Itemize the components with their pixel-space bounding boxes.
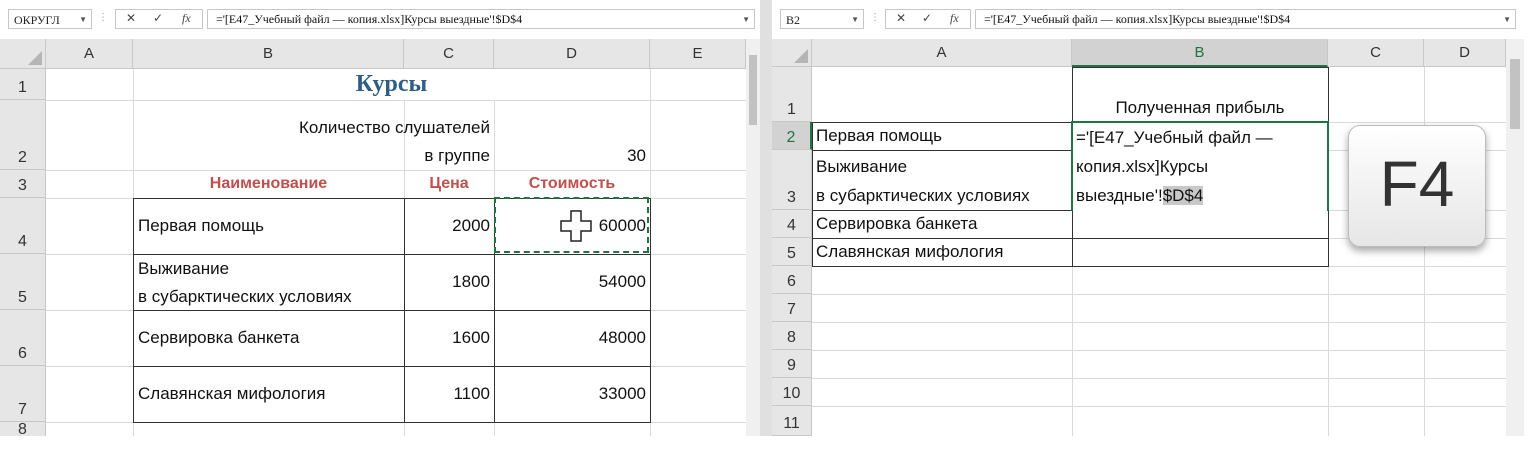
column-header-a[interactable]: A xyxy=(46,39,133,69)
chevron-down-icon[interactable]: ▼ xyxy=(742,10,750,28)
listeners-value: 30 xyxy=(627,146,646,165)
item-price: 1600 xyxy=(452,328,490,347)
row-header-8[interactable]: 8 xyxy=(0,421,46,436)
column-header-c[interactable]: C xyxy=(404,39,494,69)
row-header-7[interactable]: 7 xyxy=(772,294,812,322)
row-header-6[interactable]: 6 xyxy=(0,310,46,366)
item-name-line2: в субарктических условиях xyxy=(138,287,352,306)
item-name: Сервировка банкета xyxy=(816,214,978,233)
item-name: Первая помощь xyxy=(138,216,264,235)
formula-input[interactable]: ='[E47_Учебный файл — копия.xlsx]Курсы в… xyxy=(207,9,755,29)
item-name: Первая помощь xyxy=(816,126,942,145)
scrollbar-thumb[interactable] xyxy=(1510,59,1520,129)
function-icon[interactable]: fx xyxy=(950,11,959,26)
item-name: Выживание xyxy=(138,259,230,278)
column-header-c[interactable]: C xyxy=(1328,39,1424,67)
more-icon: ⋮ xyxy=(870,12,880,23)
item-price: 2000 xyxy=(452,216,490,235)
more-icon: ⋮ xyxy=(98,12,108,23)
sheet-title: Курсы xyxy=(355,71,428,97)
formula-text: ='[E47_Учебный файл — копия.xlsx]Курсы в… xyxy=(216,12,523,26)
vertical-scrollbar[interactable] xyxy=(746,39,760,436)
formula-bar: ОКРУГЛ ▼ ⋮ ✕ ✓ fx ='[E47_Учебный файл — … xyxy=(0,7,760,31)
edit-line-3-text: выездные'! xyxy=(1076,186,1163,205)
column-header-b[interactable]: B xyxy=(1072,39,1328,67)
column-header-b[interactable]: B xyxy=(133,39,404,69)
row-header-7[interactable]: 7 xyxy=(0,366,46,422)
item-cost: 48000 xyxy=(598,328,646,347)
name-box-value: B2 xyxy=(786,13,801,27)
row-header-5[interactable]: 5 xyxy=(0,254,46,310)
chevron-down-icon[interactable]: ▼ xyxy=(1503,10,1511,28)
header-name: Наименование xyxy=(209,175,328,192)
formula-bar: B2 ▼ ⋮ ✕ ✓ fx ='[E47_Учебный файл — копи… xyxy=(772,7,1524,31)
f4-key: F4 xyxy=(1348,125,1486,247)
chevron-down-icon[interactable]: ▼ xyxy=(851,10,859,30)
formula-buttons: ✕ ✓ fx xyxy=(885,9,971,29)
row-header-4[interactable]: 4 xyxy=(0,198,46,254)
item-name: Славянская мифология xyxy=(138,384,326,403)
header-cost: Стоимость xyxy=(528,175,616,192)
formula-buttons: ✕ ✓ fx xyxy=(115,9,203,29)
row-header-6[interactable]: 6 xyxy=(772,266,812,294)
select-all-corner[interactable] xyxy=(0,39,46,69)
scrollbar-thumb[interactable] xyxy=(749,55,757,125)
listeners-label-line2: в группе xyxy=(424,146,490,165)
row-header-3[interactable]: 3 xyxy=(772,150,812,210)
row-header-1[interactable]: 1 xyxy=(0,69,46,100)
formula-input[interactable]: ='[E47_Учебный файл — копия.xlsx]Курсы в… xyxy=(975,9,1516,29)
item-name: Сервировка банкета xyxy=(138,328,300,347)
row-header-3[interactable]: 3 xyxy=(0,170,46,198)
vertical-scrollbar[interactable] xyxy=(1506,39,1524,436)
edit-line-2: копия.xlsx]Курсы xyxy=(1076,157,1209,176)
item-name-line2: в субарктических условиях xyxy=(816,186,1030,205)
profit-header: Полученная прибыль xyxy=(1115,98,1285,117)
row-header-8[interactable]: 8 xyxy=(772,322,812,350)
edit-line-3: выездные'!$D$4 xyxy=(1076,182,1204,210)
row-header-10[interactable]: 10 xyxy=(772,378,812,406)
enter-icon[interactable]: ✓ xyxy=(153,11,163,25)
column-header-e[interactable]: E xyxy=(650,39,746,69)
row-header-9[interactable]: 9 xyxy=(772,350,812,378)
window-divider xyxy=(760,0,772,436)
item-price: 1100 xyxy=(453,384,490,403)
row-header-5[interactable]: 5 xyxy=(772,238,812,266)
select-all-corner[interactable] xyxy=(772,39,812,67)
column-header-a[interactable]: A xyxy=(812,39,1072,67)
row-header-4[interactable]: 4 xyxy=(772,210,812,238)
cross-cursor-icon xyxy=(560,210,592,242)
name-box[interactable]: ОКРУГЛ ▼ xyxy=(8,9,92,29)
chevron-down-icon[interactable]: ▼ xyxy=(79,10,87,30)
header-price: Цена xyxy=(429,175,469,192)
enter-icon[interactable]: ✓ xyxy=(922,11,932,25)
formula-text: ='[E47_Учебный файл — копия.xlsx]Курсы в… xyxy=(984,12,1291,26)
item-price: 1800 xyxy=(452,272,490,291)
row-header-2[interactable]: 2 xyxy=(772,122,812,150)
row-header-1[interactable]: 1 xyxy=(772,67,812,122)
edit-line-1: ='[E47_Учебный файл — xyxy=(1076,128,1273,147)
cancel-icon[interactable]: ✕ xyxy=(896,11,906,25)
cancel-icon[interactable]: ✕ xyxy=(126,11,136,25)
name-box[interactable]: B2 ▼ xyxy=(780,9,864,29)
item-name: Выживание xyxy=(816,157,908,176)
row-header-2[interactable]: 2 xyxy=(0,100,46,170)
listeners-label-line1: Количество слушателей xyxy=(298,118,490,137)
column-header-d[interactable]: D xyxy=(1424,39,1506,67)
selected-reference[interactable]: $D$4 xyxy=(1162,186,1204,205)
item-cost: 33000 xyxy=(598,384,646,403)
row-header-11[interactable]: 11 xyxy=(772,406,812,436)
item-name: Славянская мифология xyxy=(816,242,1004,261)
name-box-value: ОКРУГЛ xyxy=(14,13,60,27)
function-icon[interactable]: fx xyxy=(182,11,191,26)
left-excel-window: ОКРУГЛ ▼ ⋮ ✕ ✓ fx ='[E47_Учебный файл — … xyxy=(0,0,760,436)
item-cost: 54000 xyxy=(598,272,646,291)
column-header-d[interactable]: D xyxy=(494,39,650,69)
